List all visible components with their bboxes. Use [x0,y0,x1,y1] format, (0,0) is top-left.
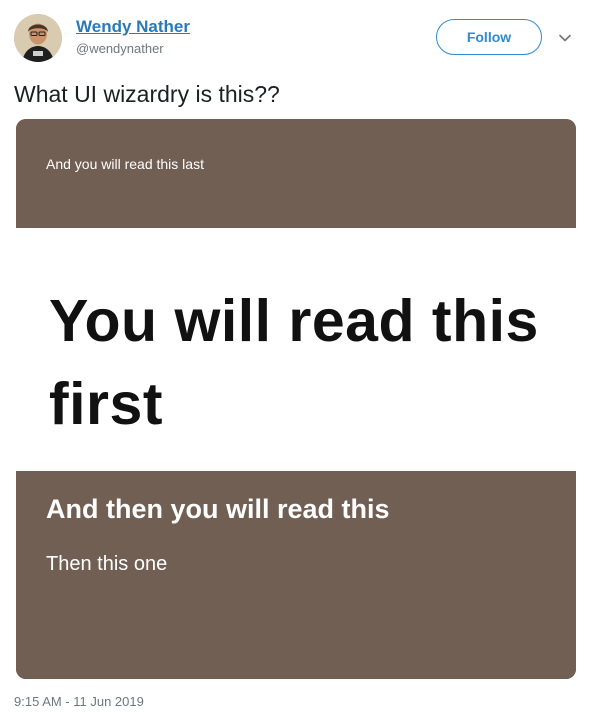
author-display-name[interactable]: Wendy Nather [76,16,190,38]
tweet-text: What UI wizardry is this?? [14,81,280,107]
chevron-down-icon[interactable] [557,30,573,46]
author-handle[interactable]: @wendynather [76,40,190,58]
avatar[interactable] [14,14,62,62]
image-middle-text: And then you will read this [46,494,390,524]
tweet: Wendy Nather @wendynather Follow What UI… [0,0,601,713]
image-bottom-text: Then this one [46,553,168,575]
image-top-text: And you will read this last [46,156,204,172]
author-info: Wendy Nather @wendynather [76,16,190,58]
image-top-band: And you will read this last [16,119,576,228]
image-bottom-band: And then you will read this Then this on… [16,471,576,679]
tweet-image[interactable]: And you will read this last You will rea… [16,119,576,679]
image-main-text: You will read this first [49,288,539,437]
follow-button[interactable]: Follow [436,19,542,55]
user-avatar-icon [14,14,62,62]
image-main-band: You will read this first [16,228,576,471]
tweet-timestamp[interactable]: 9:15 AM - 11 Jun 2019 [14,694,144,710]
